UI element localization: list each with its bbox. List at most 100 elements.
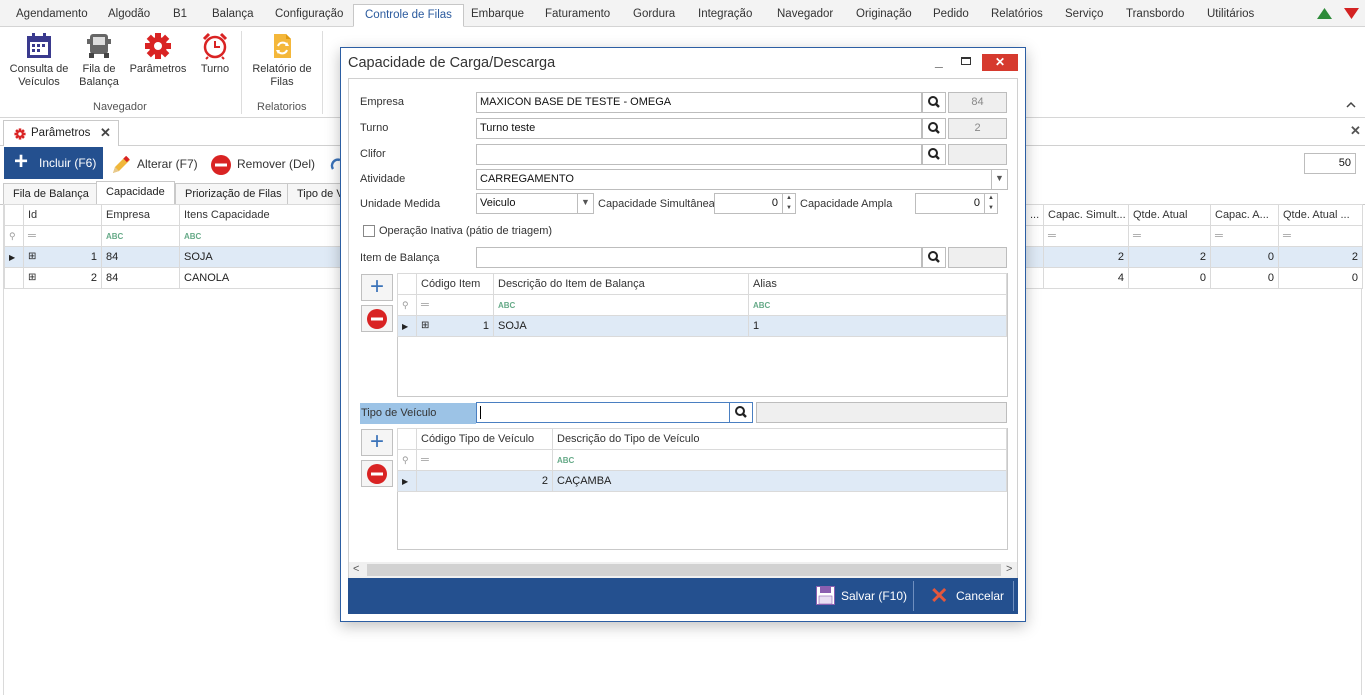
scrollbar-thumb[interactable] <box>367 564 1001 576</box>
filter-pin-icon[interactable]: ⚲ <box>397 294 417 316</box>
menu-controle-de-filas[interactable]: Controle de Filas <box>353 4 464 27</box>
spin-arrows-icon[interactable]: ▲ ▼ <box>984 193 997 214</box>
menu-b1[interactable]: B1 <box>173 4 187 27</box>
tab-fila-balanca[interactable]: Fila de Balança <box>3 183 99 205</box>
empresa-input[interactable]: MAXICON BASE DE TESTE - OMEGA <box>476 92 922 113</box>
menu-configuracao[interactable]: Configuração <box>275 4 343 27</box>
tab-capacidade[interactable]: Capacidade <box>96 181 175 206</box>
arrow-up-icon[interactable] <box>1317 8 1332 19</box>
menu-servico[interactable]: Serviço <box>1065 4 1103 27</box>
expand-icon[interactable]: ⊞ <box>28 272 36 283</box>
add-item-button[interactable]: + <box>361 274 393 301</box>
column-header-empresa[interactable]: Empresa <box>101 204 180 226</box>
remove-item-button[interactable] <box>361 305 393 332</box>
table-row[interactable]: ▶ ⊞ 1 SOJA 1 <box>397 315 1007 337</box>
minimize-icon[interactable]: _ <box>935 53 943 69</box>
alterar-button[interactable]: Alterar (F7) <box>110 149 205 179</box>
column-header-id[interactable]: Id <box>23 204 102 226</box>
item-balanca-search-button[interactable] <box>922 247 946 268</box>
close-icon[interactable]: ✕ <box>1350 123 1361 139</box>
menu-embarque[interactable]: Embarque <box>471 4 524 27</box>
column-header-descricao-tipo-veiculo[interactable]: Descrição do Tipo de Veículo <box>552 428 1007 450</box>
close-dialog-button[interactable]: ✕ <box>982 54 1018 71</box>
collapse-ribbon-icon[interactable] <box>1346 101 1356 108</box>
item-balanca-input[interactable] <box>476 247 922 268</box>
column-header-codigo-item[interactable]: Código Item <box>416 273 494 295</box>
filter-qtde-atual[interactable]: ═ <box>1128 225 1211 247</box>
tipo-veiculo-input[interactable] <box>476 402 730 423</box>
table-row[interactable]: 4 0 0 0 <box>1025 267 1363 289</box>
table-row[interactable]: 2 2 0 2 <box>1025 246 1363 268</box>
capacidade-ampla-spinner[interactable]: 0 ▲ ▼ <box>915 193 998 214</box>
table-row[interactable]: ▶ ⊞ 1 84 SOJA <box>4 246 345 268</box>
doc-tab-parametros[interactable]: Parâmetros ✕ <box>3 120 119 147</box>
clifor-search-button[interactable] <box>922 144 946 165</box>
unidade-medida-select[interactable]: Veiculo ▼ <box>476 193 594 214</box>
maximize-icon[interactable] <box>961 57 971 65</box>
chevron-down-icon[interactable]: ▼ <box>577 193 593 214</box>
horizontal-scrollbar[interactable]: < > <box>349 562 1017 578</box>
tab-tipo-veiculo[interactable]: Tipo de V <box>287 183 347 205</box>
filter-descricao-item[interactable]: ABC <box>493 294 749 316</box>
filter-itens[interactable]: ABC <box>179 225 345 247</box>
filter-empresa[interactable]: ABC <box>101 225 180 247</box>
page-size-input[interactable]: 50 <box>1304 153 1356 174</box>
column-header-descricao-item[interactable]: Descrição do Item de Balança <box>493 273 749 295</box>
tipo-veiculo-search-button[interactable] <box>729 402 753 423</box>
capacidade-simultanea-spinner[interactable]: 0 ▲ ▼ <box>714 193 796 214</box>
menu-agendamento[interactable]: Agendamento <box>16 4 88 27</box>
consulta-veiculos-button[interactable]: Consulta de Veículos <box>6 32 72 89</box>
filter-descricao-tipo[interactable]: ABC <box>552 449 1007 471</box>
menu-integracao[interactable]: Integração <box>698 4 752 27</box>
menu-algodao[interactable]: Algodão <box>108 4 150 27</box>
turno-search-button[interactable] <box>922 118 946 139</box>
remover-button[interactable]: Remover (Del) <box>210 149 320 179</box>
column-header-capac-simult[interactable]: Capac. Simult... <box>1043 204 1129 226</box>
menu-gordura[interactable]: Gordura <box>633 4 675 27</box>
filter-id[interactable]: ═ <box>23 225 102 247</box>
filter-capac-simult[interactable]: ═ <box>1043 225 1129 247</box>
turno-input[interactable]: Turno teste <box>476 118 922 139</box>
filter-codigo-tipo[interactable]: ═ <box>416 449 553 471</box>
close-tab-icon[interactable]: ✕ <box>100 125 111 141</box>
menu-navegador[interactable]: Navegador <box>777 4 833 27</box>
turno-button[interactable]: Turno <box>196 32 234 76</box>
clifor-input[interactable] <box>476 144 922 165</box>
column-header-partial[interactable]: ... <box>1025 204 1044 226</box>
menu-originacao[interactable]: Originação <box>856 4 912 27</box>
column-header-capac-ampla[interactable]: Capac. A... <box>1210 204 1279 226</box>
cancelar-button[interactable]: ✕ Cancelar <box>930 578 1008 614</box>
empresa-search-button[interactable] <box>922 92 946 113</box>
chevron-down-icon[interactable]: ▼ <box>991 169 1007 190</box>
parametros-button[interactable]: Parâmetros <box>126 32 190 76</box>
column-header-codigo-tipo-veiculo[interactable]: Código Tipo de Veículo <box>416 428 553 450</box>
atividade-select[interactable]: CARREGAMENTO ▼ <box>476 169 1008 190</box>
menu-balanca[interactable]: Balança <box>212 4 254 27</box>
salvar-button[interactable]: Salvar (F10) <box>814 578 912 614</box>
operacao-inativa-checkbox[interactable] <box>363 225 375 237</box>
filter-alias[interactable]: ABC <box>748 294 1007 316</box>
table-row[interactable]: ⊞ 2 84 CANOLA <box>4 267 345 289</box>
filter-pin-icon[interactable]: ⚲ <box>4 225 24 247</box>
menu-relatorios[interactable]: Relatórios <box>991 4 1043 27</box>
filter-qtde-atual-2[interactable]: ═ <box>1278 225 1363 247</box>
add-veiculo-button[interactable]: + <box>361 429 393 456</box>
filter-codigo-item[interactable]: ═ <box>416 294 494 316</box>
column-header-qtde-atual[interactable]: Qtde. Atual <box>1128 204 1211 226</box>
filter-pin-icon[interactable]: ⚲ <box>397 449 417 471</box>
fila-balanca-button[interactable]: Fila de Balança <box>78 32 120 89</box>
relatorio-filas-button[interactable]: Relatório de Filas <box>252 32 312 89</box>
column-header-qtde-atual-2[interactable]: Qtde. Atual ... <box>1278 204 1363 226</box>
spin-arrows-icon[interactable]: ▲ ▼ <box>782 193 795 214</box>
scroll-left-icon[interactable]: < <box>353 563 359 575</box>
remove-veiculo-button[interactable] <box>361 460 393 487</box>
arrow-down-icon[interactable] <box>1344 8 1359 19</box>
incluir-button[interactable]: + Incluir (F6) <box>4 147 103 179</box>
menu-faturamento[interactable]: Faturamento <box>545 4 610 27</box>
column-header-itens-capacidade[interactable]: Itens Capacidade <box>179 204 345 226</box>
menu-transbordo[interactable]: Transbordo <box>1126 4 1184 27</box>
menu-pedido[interactable]: Pedido <box>933 4 969 27</box>
filter-partial[interactable] <box>1025 225 1044 247</box>
scroll-right-icon[interactable]: > <box>1006 563 1012 575</box>
expand-icon[interactable]: ⊞ <box>421 320 429 331</box>
